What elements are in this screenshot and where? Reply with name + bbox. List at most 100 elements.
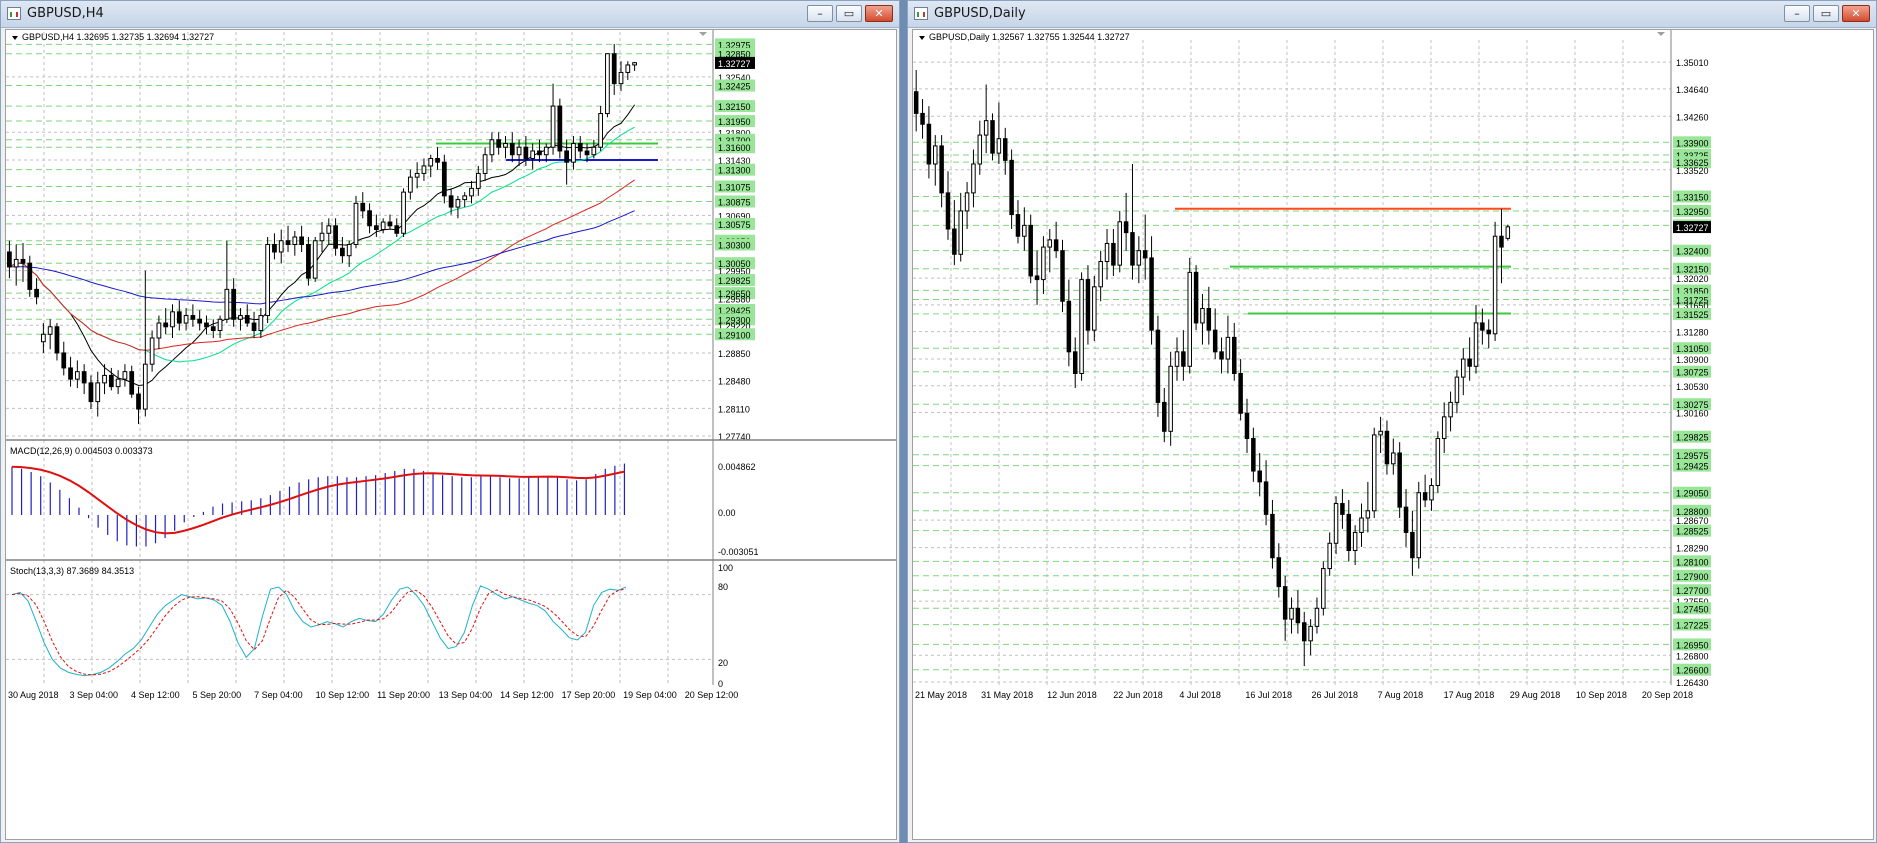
candle-bull: [598, 113, 603, 148]
price-axis-label: 1.32400: [1676, 247, 1709, 257]
candle-bear: [68, 367, 73, 380]
candle-bear: [920, 112, 925, 125]
chart-info-text: GBPUSD,Daily 1.32567 1.32755 1.32544 1.3…: [929, 32, 1130, 42]
candle-bull: [1136, 250, 1142, 266]
date-axis-label: 29 Aug 2018: [1510, 690, 1561, 700]
close-button[interactable]: ✕: [1842, 5, 1870, 22]
candle-bear: [1499, 235, 1504, 248]
title-bar[interactable]: GBPUSD,Daily – ▭ ✕: [908, 1, 1876, 28]
minimize-button[interactable]: –: [807, 5, 833, 22]
candle-bull: [977, 134, 983, 165]
candle-bear: [1155, 329, 1161, 403]
candle-bull: [224, 288, 230, 320]
candle-bull: [1391, 452, 1396, 465]
stoch-scale-label: 80: [718, 582, 728, 592]
macd-scale-label: 0.004862: [718, 462, 756, 472]
window-gbpusd-h4[interactable]: GBPUSD,H4 – ▭ ✕ 1.32975 1.32850 1.32727 1.3…: [0, 0, 900, 843]
candle-bear: [1282, 586, 1288, 620]
date-axis-label: 31 May 2018: [981, 690, 1033, 700]
candle-bear: [441, 161, 447, 197]
candle-bear: [435, 157, 440, 163]
candle-bull: [1505, 226, 1511, 239]
candle-bear: [1066, 300, 1072, 353]
candle-bear: [176, 311, 182, 324]
candle-bull: [217, 318, 223, 332]
candle-bull: [1022, 224, 1027, 237]
date-axis-label: 7 Sep 04:00: [254, 690, 303, 700]
title-bar[interactable]: GBPUSD,H4 – ▭ ✕: [1, 1, 899, 28]
restore-button[interactable]: ▭: [1813, 5, 1839, 22]
price-axis-label: 1.27225: [1676, 621, 1709, 631]
candle-bull: [516, 146, 522, 156]
candle-bull: [407, 176, 413, 193]
candle-bull: [149, 337, 155, 365]
candle-bull: [156, 322, 162, 339]
chart-area-h4[interactable]: 1.32975 1.32850 1.32727 1.32540 1.32425 1.321…: [5, 29, 897, 840]
candle-bull: [964, 192, 970, 212]
date-axis-label: 20 Sep 12:00: [685, 690, 739, 700]
candle-bull: [115, 378, 121, 388]
candle-bear: [1295, 607, 1301, 624]
candle-bear: [496, 139, 502, 148]
candle-bull: [618, 71, 624, 85]
candle-bear: [1028, 224, 1033, 277]
price-axis-label: 1.30575: [718, 220, 751, 230]
candle-bear: [1111, 242, 1116, 266]
price-axis-label: 1.34640: [1676, 85, 1709, 95]
candle-bull: [183, 315, 189, 324]
candle-bull: [543, 146, 549, 156]
chart-area-daily[interactable]: 1.35010 1.34640 1.34260 1.33900 1.33725 1.336…: [912, 29, 1874, 840]
candle-bull: [469, 187, 474, 197]
price-axis-label: 1.26430: [1676, 678, 1709, 688]
price-axis-label: 1.26600: [1676, 666, 1709, 676]
candle-bear: [1123, 221, 1129, 234]
candle-bull: [122, 371, 128, 380]
candle-bear: [108, 374, 114, 388]
candle-bear: [136, 393, 141, 410]
candle-bear: [1053, 239, 1059, 252]
candle-bull: [455, 199, 461, 208]
candle-bear: [190, 315, 196, 320]
price-axis-label: 1.29100: [718, 330, 751, 340]
date-axis-label: 10 Sep 2018: [1576, 690, 1627, 700]
candle-bull: [428, 157, 434, 167]
price-axis-label: 1.29575: [1676, 451, 1709, 461]
candle-bear: [88, 382, 94, 403]
candle-bear: [564, 150, 570, 163]
window-title: GBPUSD,Daily: [934, 6, 1026, 21]
candle-bull: [1327, 542, 1332, 570]
candle-bear: [210, 326, 216, 332]
daily-chart-svg[interactable]: 1.350101.346401.342601.339001.337251.336…: [913, 30, 1873, 839]
price-axis-label: 1.26800: [1676, 651, 1709, 661]
price-axis-label: 1.28850: [718, 349, 751, 359]
price-axis-label: 1.27900: [1676, 572, 1709, 582]
candle-bull: [1308, 625, 1313, 642]
price-axis-label: 1.31525: [1676, 310, 1709, 320]
candle-bull: [238, 315, 243, 320]
candle-bear: [1072, 351, 1078, 375]
minimize-button[interactable]: –: [1784, 5, 1810, 22]
candle-bull: [1079, 279, 1084, 375]
date-axis-label: 11 Sep 20:00: [377, 690, 430, 700]
candle-bull: [1378, 430, 1383, 436]
close-button[interactable]: ✕: [865, 5, 893, 22]
candle-bull: [625, 64, 631, 73]
candle-bull: [1333, 503, 1339, 544]
candle-bull: [1104, 242, 1110, 263]
window-gbpusd-daily[interactable]: GBPUSD,Daily – ▭ ✕ 1.35010 1.34640 1.34260…: [907, 0, 1877, 843]
candle-bull: [482, 154, 488, 174]
chart-window-icon: [7, 7, 21, 20]
price-axis-label: 1.28525: [1676, 527, 1709, 537]
candle-bull: [1098, 261, 1103, 288]
price-axis-label: 1.30900: [1676, 355, 1709, 365]
candle-bear: [20, 258, 26, 264]
h4-chart-svg[interactable]: 1.329751.328501.327271.325401.324251.321…: [6, 30, 896, 839]
date-axis-label: 10 Sep 12:00: [316, 690, 370, 700]
candle-bear: [913, 91, 919, 114]
candle-bear: [1480, 322, 1485, 331]
price-axis-label: 1.32727: [1676, 223, 1709, 233]
date-axis-label: 26 Jul 2018: [1312, 690, 1359, 700]
candle-bull: [1352, 531, 1358, 552]
candle-bear: [523, 146, 529, 159]
restore-button[interactable]: ▭: [836, 5, 862, 22]
